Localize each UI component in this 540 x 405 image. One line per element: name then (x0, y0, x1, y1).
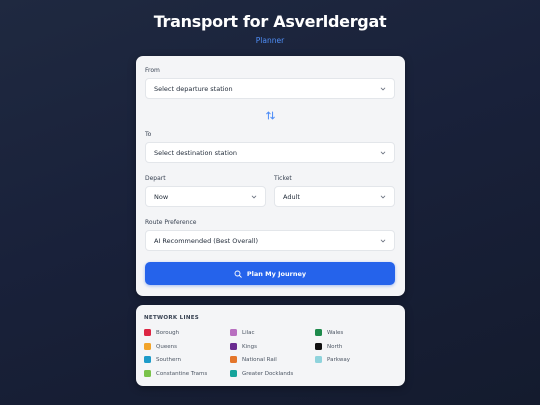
route-preference-select[interactable]: AI Recommended (Best Overall) (145, 230, 395, 251)
swap-arrows-icon (265, 111, 275, 119)
from-select[interactable]: Select departure station (145, 78, 395, 99)
line-name: Queens (156, 343, 177, 350)
line-color-swatch (230, 356, 237, 363)
network-line-item: Lilac (230, 329, 255, 336)
line-color-swatch (144, 370, 151, 377)
line-color-swatch (144, 329, 151, 336)
to-select[interactable]: Select destination station (145, 142, 395, 163)
network-line-item: Greater Docklands (230, 370, 293, 377)
to-label: To (145, 131, 152, 138)
line-color-swatch (230, 370, 237, 377)
line-name: Greater Docklands (242, 370, 294, 377)
chevron-down-icon (379, 193, 386, 200)
network-line-item: Wales (315, 329, 343, 336)
chevron-down-icon (379, 149, 386, 156)
network-line-item: Constantine Trams (144, 370, 207, 377)
line-name: Parkway (327, 356, 351, 363)
chevron-down-icon (250, 193, 257, 200)
swap-stations-button[interactable] (263, 109, 277, 121)
network-line-item: National Rail (230, 356, 277, 363)
line-color-swatch (230, 343, 237, 350)
from-select-value: Select departure station (154, 84, 233, 93)
network-line-item: North (315, 343, 342, 350)
journey-planner-card: From Select departure station To Select … (136, 56, 405, 296)
line-color-swatch (315, 356, 322, 363)
app-title: Transport for Asverldergat (153, 12, 387, 31)
network-line-item: Borough (144, 329, 179, 336)
ticket-select-value: Adult (283, 192, 300, 201)
network-lines-title: NETWORK LINES (144, 315, 200, 321)
network-lines-card: NETWORK LINES Borough Lilac Wales Queens Kin… (136, 305, 405, 386)
ticket-select[interactable]: Adult (274, 186, 395, 207)
line-color-swatch (144, 356, 151, 363)
ticket-label: Ticket (274, 175, 292, 182)
line-color-swatch (144, 343, 151, 350)
line-name: Constantine Trams (156, 370, 208, 377)
line-name: Lilac (242, 329, 255, 336)
plan-journey-label: Plan My Journey (246, 269, 307, 278)
to-select-value: Select destination station (154, 148, 237, 157)
depart-select[interactable]: Now (145, 186, 266, 207)
network-line-item: Kings (230, 343, 257, 350)
line-name: Borough (156, 329, 180, 336)
chevron-down-icon (379, 85, 386, 92)
line-name: Wales (327, 329, 344, 336)
search-icon (234, 270, 242, 278)
from-label: From (145, 67, 160, 74)
depart-label: Depart (145, 175, 166, 182)
plan-journey-button[interactable]: Plan My Journey (145, 262, 395, 285)
line-name: National Rail (242, 356, 277, 363)
depart-select-value: Now (154, 192, 169, 201)
line-color-swatch (230, 329, 237, 336)
line-name: Southern (156, 356, 182, 363)
network-line-item: Southern (144, 356, 181, 363)
line-color-swatch (315, 329, 322, 336)
line-name: Kings (242, 343, 257, 350)
route-preference-value: AI Recommended (Best Overall) (154, 236, 259, 245)
line-color-swatch (315, 343, 322, 350)
network-line-item: Parkway (315, 356, 350, 363)
line-name: North (327, 343, 343, 350)
route-preference-label: Route Preference (145, 219, 197, 226)
network-line-item: Queens (144, 343, 177, 350)
chevron-down-icon (379, 237, 386, 244)
app-subtitle: Planner (255, 36, 285, 45)
